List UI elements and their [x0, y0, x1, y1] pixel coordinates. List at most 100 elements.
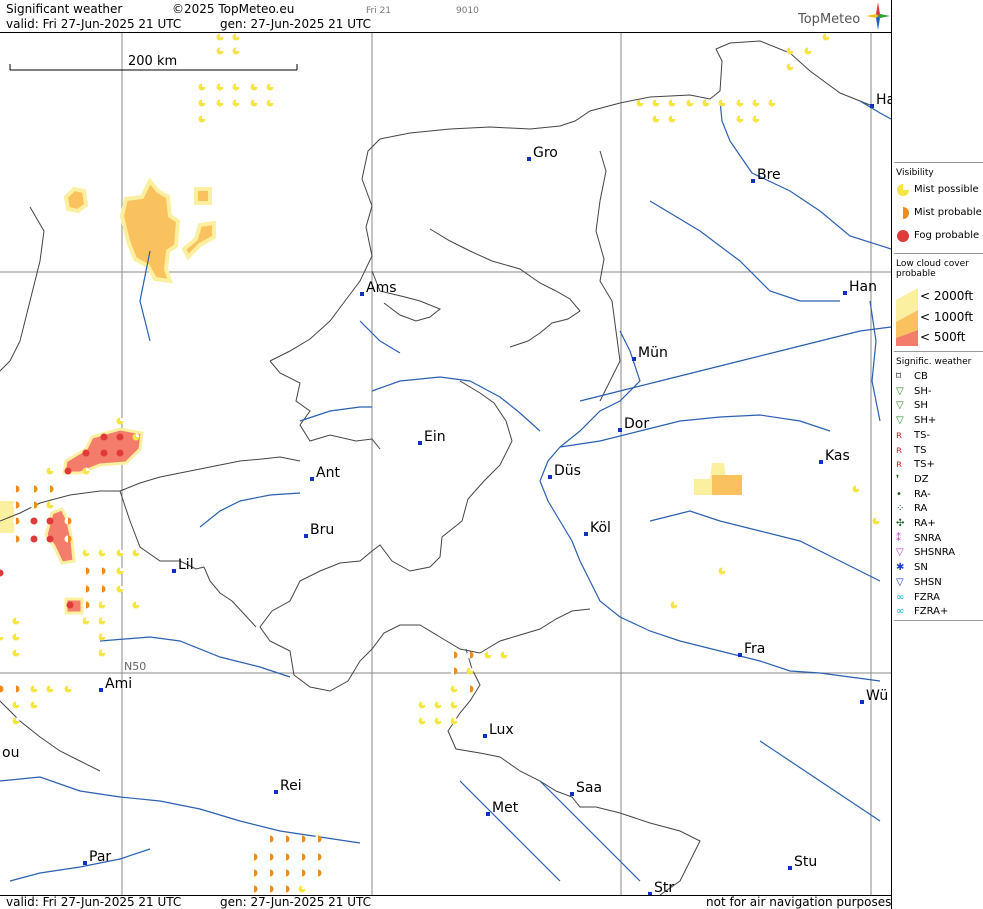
mist-possible-icon: [434, 701, 442, 709]
sigwx-label: FZRA+: [914, 606, 949, 618]
valid-time: valid: Fri 27-Jun-2025 21 UTC: [6, 17, 182, 31]
mist-possible-icon: [46, 501, 54, 509]
city-dot: [632, 357, 636, 361]
city-dot: [360, 292, 364, 296]
sigwx-symbol-icon: ❜: [896, 473, 900, 485]
sigwx-symbol-icon: ✱: [896, 562, 905, 574]
city-label: Ami: [105, 676, 132, 692]
legend-fog-probable: Fog probable: [914, 230, 980, 241]
sigwx-label: SH: [914, 400, 928, 412]
city-dot: [570, 792, 574, 796]
sigwx-symbol-icon: •: [896, 488, 902, 500]
weather-map[interactable]: 200 km N50 Gro Bre Ha Ams Han Mün Dor Ein Ant Düs…: [0, 32, 891, 896]
mist-possible-icon: [30, 685, 38, 693]
mist-possible-icon: [198, 115, 206, 123]
mist-possible-icon: [116, 417, 124, 425]
city-dot: [310, 477, 314, 481]
mist-probable-icon: [12, 501, 20, 509]
mist-possible-icon: [852, 485, 860, 493]
latitude-label: N50: [124, 660, 146, 673]
mist-possible-icon: [12, 717, 20, 725]
mist-probable-icon: [466, 651, 474, 659]
mist-possible-icon: [132, 549, 140, 557]
footer-valid: valid: Fri 27-Jun-2025 21 UTC: [6, 895, 182, 909]
mist-possible-icon: [132, 433, 140, 441]
city-dot: [172, 569, 176, 573]
mist-possible-icon: [450, 685, 458, 693]
mist-possible-icon: [46, 467, 54, 475]
mist-probable-icon: [282, 853, 290, 861]
sigwx-label: SHSNRA: [914, 547, 956, 559]
mist-possible-icon: [298, 885, 306, 893]
sigwx-symbol-icon: ▽: [896, 385, 904, 397]
mist-probable-icon: [82, 585, 90, 593]
mist-probable-icon: [12, 517, 20, 525]
mist-probable-icon: [250, 869, 258, 877]
city-label: Dor: [624, 416, 649, 432]
sigwx-symbol-icon: ʀ: [896, 444, 903, 456]
city-label: Str: [654, 880, 674, 895]
mist-probable-icon: [314, 835, 322, 843]
mist-probable-icon: [266, 853, 274, 861]
city-dot: [83, 861, 87, 865]
sigwx-symbol-icon: ∞: [896, 591, 905, 603]
city-label: Gro: [533, 145, 558, 161]
mist-possible-icon: [216, 33, 224, 41]
sigwx-label: CB: [914, 371, 928, 382]
city-label: Ams: [366, 280, 397, 296]
lowcloud-legend-gradient: [896, 288, 918, 346]
sigwx-label: TS-: [914, 429, 931, 441]
sigwx-label: SN: [914, 562, 928, 574]
mist-probable-icon: [12, 685, 20, 693]
legend-lowcloud-title: Low cloud cover probable: [896, 259, 969, 279]
city-dot: [483, 734, 487, 738]
sigwx-symbol-icon: ▽: [896, 400, 904, 412]
mist-possible-icon: [500, 651, 508, 659]
city-dot: [860, 700, 864, 704]
city-label: Saa: [576, 780, 602, 796]
run-label: Fri 21: [366, 6, 392, 16]
mist-possible-icon: [232, 99, 240, 107]
city-dot: [648, 892, 652, 895]
sigwx-legend-row: ʀ TS: [896, 445, 926, 457]
sigwx-label: RA-: [914, 488, 931, 500]
sigwx-legend-row: ʀ TS-: [896, 430, 930, 442]
mist-possible-icon: [266, 99, 274, 107]
product-title: Significant weather: [6, 2, 123, 16]
city-label: Stu: [794, 854, 817, 870]
city-dot: [788, 866, 792, 870]
mist-possible-icon: [12, 701, 20, 709]
mist-probable-icon: [64, 517, 72, 525]
mist-probable-icon: [298, 869, 306, 877]
mist-probable-icon: [12, 485, 20, 493]
mist-possible-icon: [12, 633, 20, 641]
sigwx-label: SNRA: [914, 532, 942, 544]
mist-probable-icon: [314, 869, 322, 877]
mist-possible-icon: [668, 99, 676, 107]
city-label: Ein: [424, 429, 446, 445]
sigwx-legend-row: • RA-: [896, 489, 931, 501]
fog-probable-icon: [46, 517, 54, 525]
mist-probable-icon: [98, 585, 106, 593]
mist-possible-icon: [98, 549, 106, 557]
legend-mist-possible: Mist possible: [914, 184, 979, 195]
mist-possible-icon: [98, 633, 106, 641]
gen-time: gen: 27-Jun-2025 21 UTC: [220, 17, 372, 31]
city-dot: [527, 157, 531, 161]
mist-possible-icon: [116, 549, 124, 557]
city-label: Lil: [178, 557, 194, 573]
mist-probable-icon: [250, 885, 258, 893]
mist-possible-icon: [686, 99, 694, 107]
legend-visibility-title: Visibility: [896, 168, 934, 178]
mist-possible-icon: [216, 99, 224, 107]
mist-possible-icon: [116, 585, 124, 593]
mist-possible-icon: [198, 99, 206, 107]
legend-panel: Visibility Mist possible Mist probable F…: [891, 0, 983, 909]
fog-probable-icon: [100, 433, 108, 441]
city-dot: [870, 104, 874, 108]
mist-probable-icon: [98, 567, 106, 575]
fog-probable-icon: [46, 535, 54, 543]
legend-lc-2000: < 2000ft: [920, 289, 974, 303]
sigwx-label: SH+: [914, 415, 937, 427]
mist-possible-icon: [232, 33, 240, 41]
